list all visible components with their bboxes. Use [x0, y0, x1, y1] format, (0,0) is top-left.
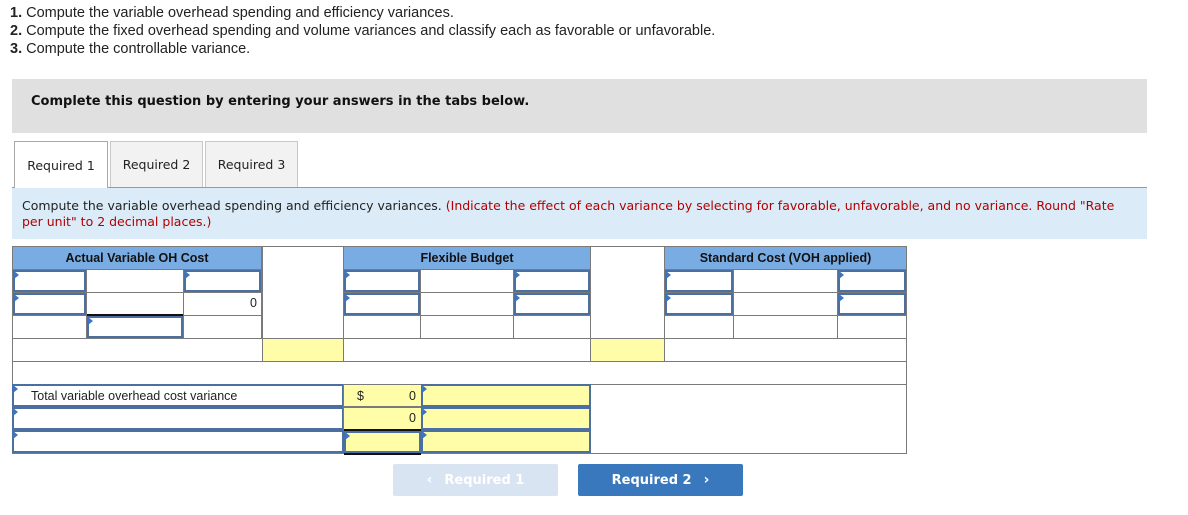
flexible-quantity-input-2[interactable]: [344, 293, 420, 315]
flexible-rate-input-2[interactable]: [514, 293, 590, 315]
grid-cell: [733, 292, 838, 316]
currency-symbol: $: [357, 389, 364, 403]
question-prompt: Compute the variable overhead spending a…: [12, 188, 1147, 239]
header-actual: Actual Variable OH Cost: [12, 246, 262, 270]
actual-quantity-input-1[interactable]: [13, 270, 86, 292]
prev-button[interactable]: ‹ Required 1: [393, 464, 558, 496]
row2-label-input[interactable]: [12, 407, 344, 430]
chevron-left-icon: ‹: [426, 472, 433, 488]
next-button-label: Required 2: [611, 472, 692, 488]
instruction-3: 3. Compute the controllable variance.: [10, 41, 251, 57]
grid-cell: [343, 315, 421, 339]
spacer-cell-2: [590, 246, 665, 339]
grid-cell: [183, 315, 262, 339]
spending-variance-cell[interactable]: [262, 338, 344, 362]
standard-quantity-input-1[interactable]: [665, 270, 733, 292]
standard-quantity-input-2[interactable]: [665, 293, 733, 315]
grid-cell: [420, 292, 514, 316]
grid-cell: [343, 338, 591, 362]
total-variance-effect-select[interactable]: [421, 384, 591, 407]
standard-rate-input-2[interactable]: [838, 293, 906, 315]
total-variance-value: 0: [409, 389, 416, 403]
instruction-1: 1. Compute the variable overhead spendin…: [10, 5, 454, 21]
grid-cell: [733, 315, 838, 339]
prev-button-label: Required 1: [444, 472, 525, 488]
actual-rate-input-1[interactable]: [184, 270, 261, 292]
next-button[interactable]: Required 2 ›: [578, 464, 743, 496]
flexible-quantity-input-1[interactable]: [344, 270, 420, 292]
tab-required-3[interactable]: Required 3: [205, 141, 298, 187]
grid-cell: [664, 338, 907, 362]
grid-cell: [837, 315, 907, 339]
grid-cell: [12, 338, 263, 362]
grid-cell: [733, 269, 838, 293]
instructions: 1. Compute the variable overhead spendin…: [10, 4, 715, 58]
grid-cell: [420, 269, 514, 293]
header-standard: Standard Cost (VOH applied): [664, 246, 907, 270]
total-variance-label: Total variable overhead cost variance: [31, 389, 238, 403]
efficiency-variance-cell[interactable]: [590, 338, 665, 362]
grid-cell: [86, 269, 184, 293]
grid-cell: [664, 315, 734, 339]
actual-total-value: 0: [250, 296, 257, 310]
chevron-right-icon: ›: [703, 472, 710, 488]
row3-effect-select[interactable]: [421, 430, 591, 453]
grid-cell: [86, 292, 184, 316]
tab-required-2[interactable]: Required 2: [110, 141, 203, 187]
instruction-2: 2. Compute the fixed overhead spending a…: [10, 23, 716, 39]
double-underline: [344, 453, 421, 455]
grid-cell: [420, 315, 514, 339]
row2-effect-select[interactable]: [421, 407, 591, 430]
banner: Complete this question by entering your …: [12, 79, 1147, 133]
flexible-rate-input-1[interactable]: [514, 270, 590, 292]
banner-text: Complete this question by entering your …: [31, 94, 530, 109]
header-flexible: Flexible Budget: [343, 246, 591, 270]
tab-required-1[interactable]: Required 1: [14, 141, 108, 188]
row2-value: 0: [409, 411, 416, 425]
prompt-text: Compute the variable overhead spending a…: [22, 198, 446, 213]
spacer-cell-1: [262, 246, 344, 339]
row3-amount-input[interactable]: [344, 431, 421, 453]
actual-total-input[interactable]: [87, 316, 183, 338]
actual-quantity-input-2[interactable]: [13, 293, 86, 315]
standard-rate-input-1[interactable]: [838, 270, 906, 292]
blank-row: [12, 361, 907, 385]
grid-cell: [12, 315, 87, 339]
row3-label-input[interactable]: [12, 430, 344, 453]
grid-cell: [513, 315, 591, 339]
